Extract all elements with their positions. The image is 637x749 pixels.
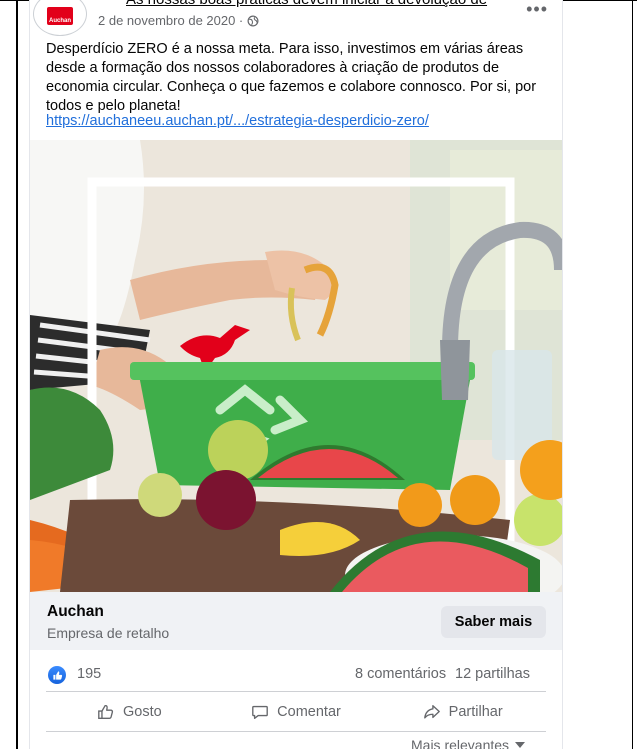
divider-bottom bbox=[46, 731, 546, 732]
chevron-down-icon bbox=[515, 742, 526, 748]
comment-button[interactable]: Comentar bbox=[213, 694, 380, 730]
comment-sort-label: Mais relevantes bbox=[411, 737, 510, 749]
frame-left-border bbox=[16, 0, 18, 749]
share-icon bbox=[423, 705, 440, 719]
like-badge-icon[interactable] bbox=[48, 666, 66, 684]
post-image-illustration bbox=[30, 140, 562, 592]
post-image[interactable] bbox=[30, 140, 562, 592]
like-button[interactable]: Gosto bbox=[46, 694, 213, 730]
thumbs-up-glyph bbox=[52, 670, 62, 680]
share-button-label: Partilhar bbox=[448, 704, 503, 720]
comment-button-label: Comentar bbox=[277, 704, 341, 720]
post-date-text: 2 de novembro de 2020 · bbox=[98, 13, 244, 28]
post-link[interactable]: https://auchaneeu.auchan.pt/.../estrateg… bbox=[46, 113, 429, 129]
thumbs-up-icon bbox=[98, 704, 114, 719]
more-options-button[interactable]: ••• bbox=[526, 0, 548, 20]
cta-page-name: Auchan bbox=[47, 603, 104, 620]
comment-sort-dropdown[interactable]: Mais relevantes bbox=[411, 737, 526, 749]
post-actions: Gosto Comentar Partilhar bbox=[46, 694, 546, 730]
cta-page-category: Empresa de retalho bbox=[47, 625, 170, 641]
auchan-logo: Auchan bbox=[47, 7, 73, 25]
comment-icon bbox=[252, 705, 269, 719]
globe-icon bbox=[247, 15, 259, 26]
divider-top bbox=[46, 691, 546, 692]
reaction-stats-row: 195 8 comentários 12 partilhas bbox=[30, 660, 562, 690]
like-button-label: Gosto bbox=[122, 704, 162, 720]
facebook-post-card: As nossas boas práticas devem iniciar a … bbox=[30, 0, 562, 749]
post-text: Desperdício ZERO é a nossa meta. Para is… bbox=[46, 41, 537, 114]
call-to-action-bar[interactable]: Auchan Empresa de retalho Saber mais bbox=[30, 592, 562, 650]
share-button[interactable]: Partilhar bbox=[379, 694, 546, 730]
comments-count[interactable]: 8 comentários bbox=[355, 666, 446, 682]
learn-more-button[interactable]: Saber mais bbox=[441, 606, 546, 638]
post-date[interactable]: 2 de novembro de 2020 · bbox=[98, 13, 259, 28]
frame-right-border bbox=[632, 0, 633, 749]
shares-count[interactable]: 12 partilhas bbox=[455, 666, 530, 682]
cut-off-text: As nossas boas práticas devem iniciar a … bbox=[126, 0, 487, 8]
like-count[interactable]: 195 bbox=[77, 666, 101, 682]
logo-text: Auchan bbox=[48, 18, 71, 24]
page-avatar[interactable]: Auchan bbox=[33, 0, 87, 36]
